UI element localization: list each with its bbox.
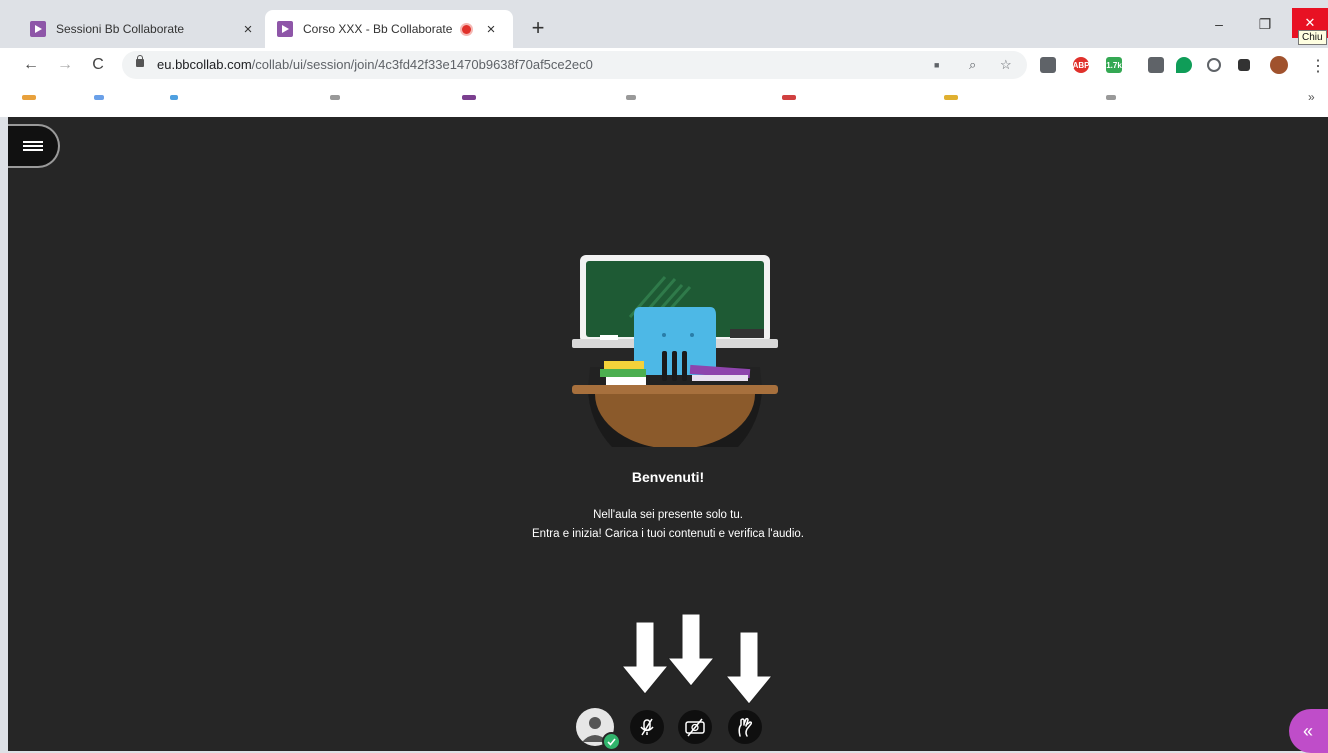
forward-button[interactable]: → [54,54,76,76]
bookmark-item[interactable] [944,95,958,100]
zoom-icon[interactable]: ⌕ [969,57,976,73]
classroom-illustration [572,255,778,447]
bookmark-item[interactable] [22,95,36,100]
microphone-button[interactable] [630,710,664,744]
bookmark-item[interactable] [782,95,796,100]
browser-toolbar: ← → C eu.bbcollab.com/collab/ui/session/… [0,48,1328,82]
collaborate-favicon-icon [277,21,293,37]
restore-button[interactable]: ❐ [1242,10,1288,38]
camera-icon[interactable]: ■ [934,60,939,70]
close-tooltip: Chiu [1298,30,1327,45]
tab-sessioni[interactable]: Sessioni Bb Collaborate × [18,10,270,48]
collaborate-session: Benvenuti! Nell'aula sei presente solo t… [8,117,1328,753]
hamburger-icon [23,139,43,153]
mic-muted-icon [640,718,654,736]
drive-icon[interactable] [1040,57,1056,73]
bookmark-item[interactable] [94,95,104,100]
url-path: /collab/ui/session/join/4c3fd42f33e1470b… [251,57,593,72]
url-text[interactable]: eu.bbcollab.com/collab/ui/session/join/4… [157,57,593,72]
tab-title: Corso XXX - Bb Collaborate [303,22,453,36]
session-menu-button[interactable] [8,124,60,168]
tab-close-icon[interactable]: × [240,21,256,38]
tab-corso[interactable]: Corso XXX - Bb Collaborate × [265,10,513,48]
reload-button[interactable]: C [87,54,109,76]
arrow-down-icon [668,614,714,686]
camera-button[interactable] [678,710,712,744]
bookmark-item[interactable] [462,95,476,100]
welcome-message-line: Nell'aula sei presente solo tu. [593,509,743,521]
bookmark-item[interactable] [626,95,636,100]
welcome-message-line: Entra e inizia! Carica i tuoi contenuti … [532,528,804,540]
arrow-down-icon [726,632,772,704]
bookmark-star-icon[interactable]: ☆ [1000,57,1012,73]
welcome-title: Benvenuti! [631,469,705,485]
url-host: eu.bbcollab.com [157,57,252,72]
minimize-button[interactable]: – [1196,10,1242,38]
lock-icon [136,55,144,67]
counter-icon[interactable]: 1.7k [1106,57,1122,73]
raise-hand-button[interactable] [728,710,762,744]
bookmarks-bar: » [0,82,1328,117]
new-tab-button[interactable]: + [527,15,549,41]
camera-off-icon [685,718,705,737]
tab-title: Sessioni Bb Collaborate [56,22,185,36]
tab-close-icon[interactable]: × [483,21,499,38]
recording-icon [462,24,471,34]
collaborate-favicon-icon [30,21,46,37]
bookmarks-more-icon[interactable]: » [1308,90,1315,104]
bookmark-item[interactable] [330,95,340,100]
profile-icon[interactable] [1270,56,1288,74]
more-menu-icon[interactable]: ⋮ [1310,56,1326,76]
circle-icon[interactable] [1207,58,1221,72]
status-check-icon [602,732,621,751]
collaborate-panel-toggle[interactable]: « [1289,709,1328,753]
address-bar[interactable]: eu.bbcollab.com/collab/ui/session/join/4… [122,51,1027,79]
tab-strip: Sessioni Bb Collaborate × Corso XXX - Bb… [0,0,1328,48]
bookmark-item[interactable] [170,95,178,100]
raise-hand-icon [738,717,753,737]
puzzle-icon[interactable] [1238,59,1250,71]
chat-icon[interactable] [1176,57,1192,73]
abp-icon[interactable]: ABP [1073,57,1089,73]
back-button[interactable]: ← [20,54,42,76]
arrow-down-icon [622,622,668,694]
bookmark-item[interactable] [1106,95,1116,100]
pen-icon[interactable] [1148,57,1164,73]
